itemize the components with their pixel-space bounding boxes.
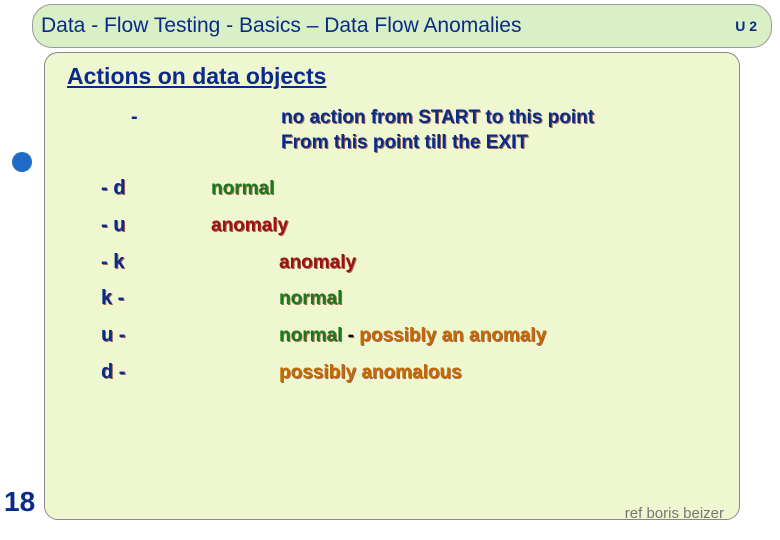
row-status: normal	[211, 177, 717, 202]
table-row: d - possibly anomalous	[67, 361, 717, 386]
intro-text: no action from START to this point From …	[241, 106, 717, 155]
intro-line2: From this point till the EXIT	[281, 132, 528, 153]
row-status: normal	[211, 287, 717, 312]
table-row: k - normal	[67, 287, 717, 312]
table-row: - d normal	[67, 177, 717, 202]
row-status: normal	[279, 325, 342, 346]
row-status-group: normal - possibly an anomaly	[211, 324, 717, 349]
row-symbol: u -	[67, 324, 211, 347]
decorative-dot	[12, 152, 32, 172]
table-row: - u anomaly	[67, 214, 717, 239]
intro-symbol: -	[67, 106, 241, 129]
unit-badge: U 2	[735, 18, 757, 34]
table-row: u - normal - possibly an anomaly	[67, 324, 717, 349]
row-status: possibly anomalous	[211, 361, 717, 386]
footer-reference: ref boris beizer	[625, 505, 724, 522]
intro-line1: no action from START to this point	[281, 107, 594, 128]
slide-number: 18	[4, 486, 35, 518]
page-title: Data - Flow Testing - Basics – Data Flow…	[41, 14, 735, 38]
section-heading: Actions on data objects	[67, 63, 717, 90]
intro-row: - no action from START to this point Fro…	[67, 106, 717, 155]
row-symbol: - k	[67, 251, 211, 274]
row-status: anomaly	[211, 251, 717, 276]
row-symbol: - u	[67, 214, 211, 237]
row-status: anomaly	[211, 214, 717, 239]
row-extra: possibly an anomaly	[359, 325, 546, 346]
table-row: - k anomaly	[67, 251, 717, 276]
content-panel: Actions on data objects - no action from…	[44, 52, 740, 520]
row-separator: -	[348, 325, 360, 346]
title-band: Data - Flow Testing - Basics – Data Flow…	[32, 4, 772, 48]
row-symbol: d -	[67, 361, 211, 384]
row-symbol: - d	[67, 177, 211, 200]
row-symbol: k -	[67, 287, 211, 310]
